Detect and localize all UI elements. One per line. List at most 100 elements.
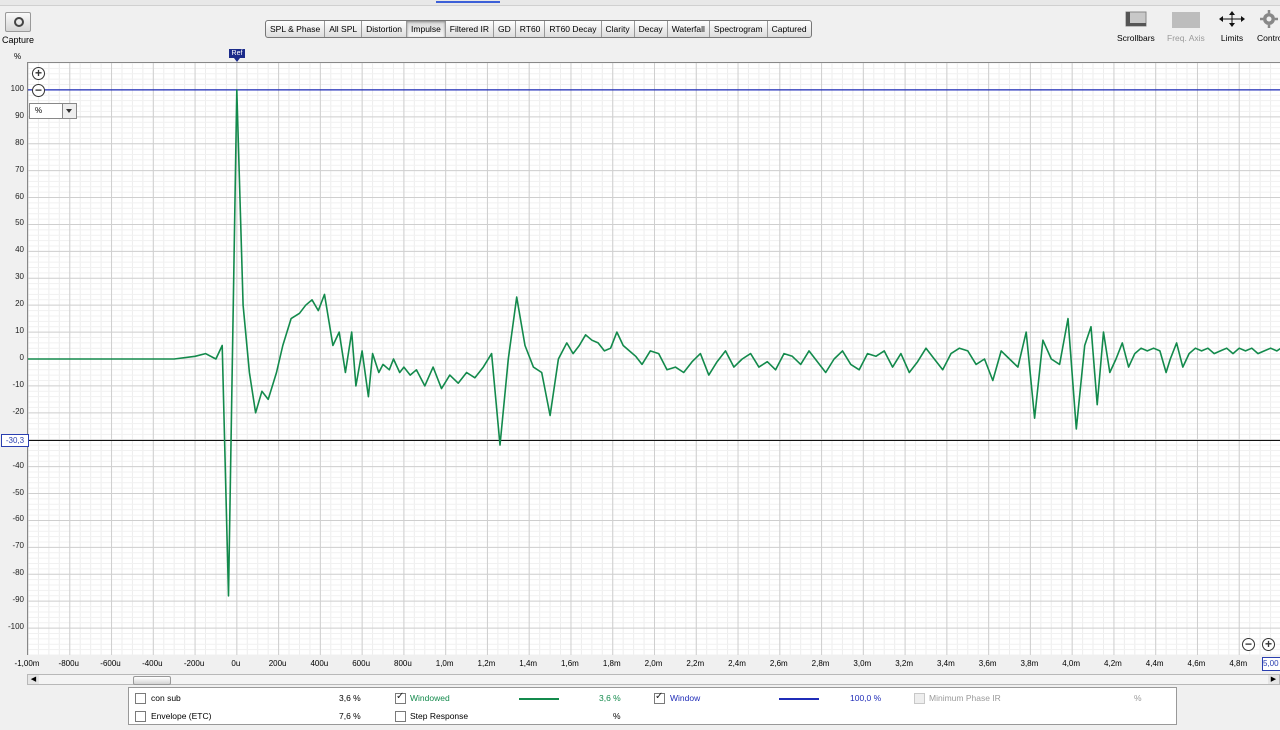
zoom-out-y-icon[interactable]: − [32,84,45,97]
status-link[interactable] [436,1,500,3]
x-tick-label: 800u [393,659,412,668]
x-tick-label: 4,2m [1104,659,1122,668]
min-phase-value: % [1134,693,1142,703]
scroll-right-icon[interactable]: ▶ [1268,675,1279,684]
y-tick-label: -60 [12,514,24,524]
x-tick-label: 3,2m [895,659,913,668]
zoom-in-y-icon[interactable]: + [32,67,45,80]
tab-distortion[interactable]: Distortion [362,21,408,37]
envelope-value: 7,6 % [339,711,361,721]
y-tick-label: 60 [15,191,24,201]
windowed-checkbox[interactable] [395,691,406,704]
top-status-strip [0,0,1280,6]
controls-button[interactable]: Contro [1257,10,1280,43]
tab-rt60[interactable]: RT60 [516,21,546,37]
ref-marker[interactable]: Ref [229,49,245,62]
x-tick-label: 4,8m [1229,659,1248,668]
step-response-checkbox[interactable] [395,711,406,722]
step-response-label: Step Response [410,711,469,721]
camera-icon [5,12,31,32]
limits-label: Limits [1220,33,1244,43]
gear-icon [1259,10,1278,28]
x-tick-label: -200u [183,659,205,668]
scroll-left-icon[interactable]: ◀ [28,675,39,684]
x-tick-label: -1,00m [14,659,40,668]
x-tick-label: 1,6m [561,659,579,668]
envelope-checkbox[interactable] [135,711,146,722]
x-tick-label: 1,4m [519,659,538,668]
y-tick-label: -20 [12,406,24,416]
window-label: Window [670,693,701,703]
windowed-label: Windowed [410,693,450,703]
tab-captured[interactable]: Captured [768,21,811,37]
scrollbar-thumb[interactable] [133,676,171,685]
y-tick-label: -70 [12,541,24,551]
x-tick-label: -800u [58,659,79,668]
x-tick-label: 2,0m [644,659,663,668]
x-tick-label: 2,8m [811,659,830,668]
freq-axis-button[interactable]: Freq. Axis [1167,10,1205,43]
x-tick-label: 1,2m [477,659,496,668]
freq-axis-label: Freq. Axis [1167,33,1205,43]
tab-spl-phase[interactable]: SPL & Phase [266,21,326,37]
limits-arrows-icon [1218,10,1246,28]
tab-waterfall[interactable]: Waterfall [668,21,710,37]
x-end-readout[interactable]: 5,00 [1262,657,1280,671]
y-tick-label: -80 [12,568,24,578]
controls-label: Contro [1257,33,1280,43]
x-tick-label: 4,0m [1062,659,1081,668]
tab-all-spl[interactable]: All SPL [325,21,363,37]
limits-button[interactable]: Limits [1218,10,1246,43]
y-tick-label: 10 [15,326,24,336]
x-tick-label: 200u [268,659,287,668]
graph-tabs: SPL & Phase All SPL Distortion Impulse Filte… [265,20,812,38]
tab-impulse[interactable]: Impulse [407,21,446,37]
step-response-value: % [613,711,621,721]
unit-select[interactable]: % [29,103,77,119]
scrollbars-icon [1122,10,1150,28]
zoom-out-x-icon[interactable]: − [1242,638,1255,651]
cursor-value-readout[interactable]: -30,3 [1,434,29,447]
x-tick-label: 1,8m [602,659,621,668]
x-tick-label: 4,4m [1145,659,1164,668]
x-tick-label: 2,4m [728,659,746,668]
y-tick-label: -10 [12,379,24,389]
axis-unit-label: % [14,52,22,61]
tab-clarity[interactable]: Clarity [602,21,635,37]
window-checkbox[interactable] [654,691,665,704]
zoom-in-x-icon[interactable]: + [1262,638,1275,651]
window-value: 100,0 % [850,693,882,703]
capture-label: Capture [2,35,35,45]
impulse-plot-area[interactable] [27,62,1280,656]
x-tick-label: -400u [142,659,163,668]
tab-filtered-ir[interactable]: Filtered IR [446,21,495,37]
x-tick-label: 1,0m [435,659,454,668]
y-tick-label: 40 [15,245,24,255]
x-tick-label: 3,0m [853,659,872,668]
tab-gd[interactable]: GD [494,21,516,37]
trace-legend: con sub 3,6 % Windowed 3,6 % Window 100,… [128,687,1177,725]
y-tick-label: 20 [15,299,24,309]
min-phase-label: Minimum Phase IR [929,693,1001,703]
x-tick-label: 400u [310,659,329,668]
freq-axis-icon [1171,10,1200,28]
tab-decay[interactable]: Decay [635,21,668,37]
y-tick-label: -90 [12,595,24,605]
scrollbars-button[interactable]: Scrollbars [1117,10,1155,43]
envelope-label: Envelope (ETC) [151,711,212,721]
y-tick-label: 30 [15,272,24,282]
min-phase-checkbox[interactable] [914,693,925,704]
rew-window: Capture % SPL & Phase All SPL Distortion Im… [0,0,1280,730]
con-sub-value: 3,6 % [339,693,361,703]
windowed-value: 3,6 % [599,693,621,703]
x-tick-label: 0u [231,659,241,668]
y-tick-label: -40 [12,460,24,470]
x-tick-label: 4,6m [1187,659,1206,668]
y-tick-label: 100 [10,83,24,93]
capture-button[interactable]: Capture [2,12,34,45]
window-line-swatch [779,698,819,700]
con-sub-checkbox[interactable] [135,693,146,704]
tab-rt60-decay[interactable]: RT60 Decay [545,21,602,37]
horizontal-scrollbar[interactable]: ◀ ▶ [27,674,1280,685]
tab-spectrogram[interactable]: Spectrogram [710,21,768,37]
